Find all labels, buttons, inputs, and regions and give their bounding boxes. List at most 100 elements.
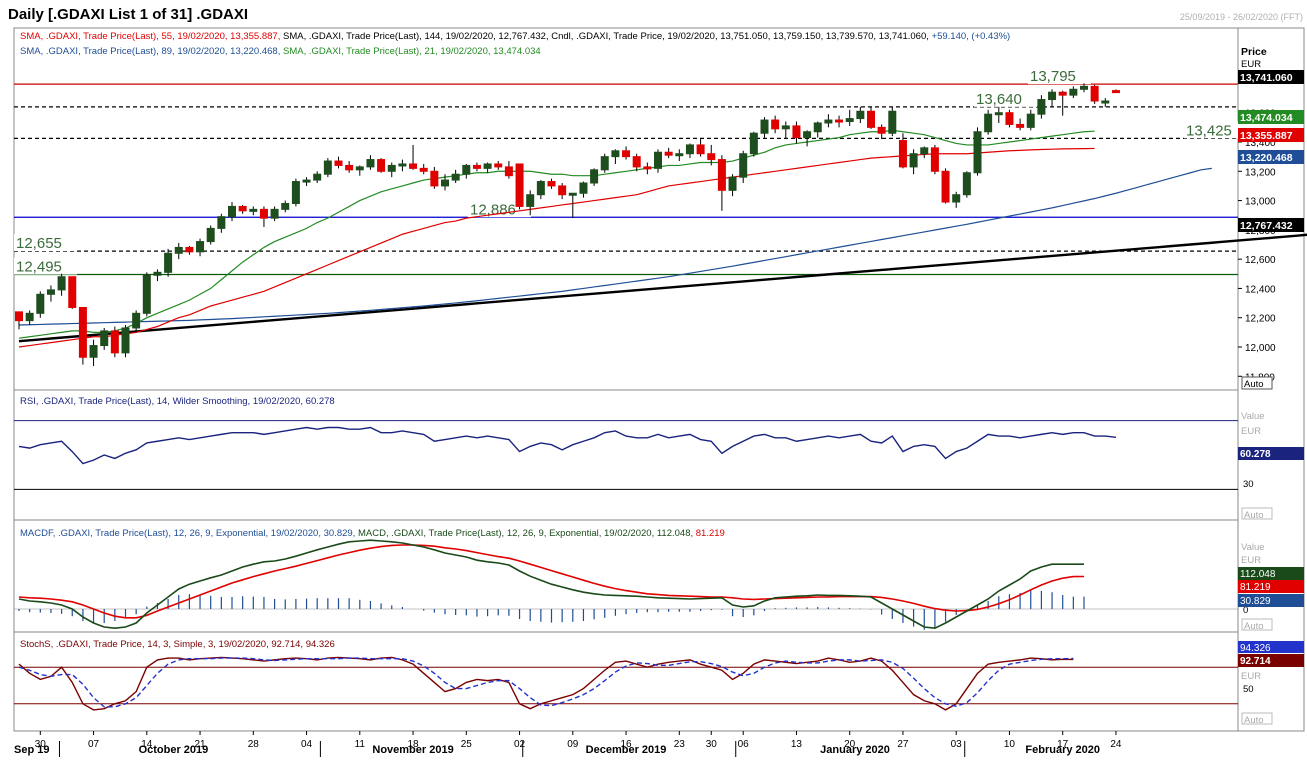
month-label: January 2020	[820, 744, 890, 756]
candle-body	[867, 110, 875, 128]
candle-body	[1101, 100, 1110, 104]
price-legend-line1: SMA, .GDAXI, Trade Price(Last), 55, 19/0…	[20, 31, 1010, 42]
candle-body	[1080, 85, 1088, 90]
candle-body	[1026, 113, 1035, 128]
rsi-auto-label: Auto	[1244, 510, 1264, 521]
rsi-tick-30: 30	[1243, 479, 1254, 490]
candle-body	[110, 330, 119, 354]
stoch-tag-d-value: 94.326	[1240, 643, 1271, 654]
candle-body	[270, 208, 279, 219]
legend-segment: 81.219	[693, 528, 725, 539]
candle-body	[1111, 90, 1120, 94]
candle-body	[196, 241, 205, 253]
x-tick-label: 02	[514, 739, 526, 750]
macd-axis-unit: EUR	[1241, 555, 1261, 566]
candle-body	[483, 163, 492, 169]
price-tick-label: 13,000	[1245, 197, 1276, 208]
x-tick-label: 09	[567, 739, 579, 750]
candle-body	[291, 181, 300, 205]
candle-body	[366, 159, 375, 168]
level-label: 13,795	[1030, 68, 1076, 85]
candle-body	[451, 173, 460, 181]
month-label: December 2019	[586, 744, 667, 756]
x-tick-label: 28	[248, 739, 260, 750]
candle-body	[803, 131, 812, 139]
candle-body	[302, 179, 311, 183]
macd-axis-title: Value	[1241, 542, 1265, 553]
candle-body	[164, 252, 173, 273]
candle-body	[345, 164, 354, 171]
x-tick-label: 25	[461, 739, 473, 750]
candle-body	[739, 153, 748, 178]
candle-body	[89, 345, 98, 358]
price-value-tag-label: 13,741.060	[1240, 72, 1293, 84]
candle-body	[994, 112, 1003, 116]
x-tick-label: 30	[706, 739, 718, 750]
candle-body	[685, 144, 694, 155]
legend-segment: MACDF, .GDAXI, Trade Price(Last), 12, 26…	[20, 528, 355, 539]
level-label: 12,886	[470, 201, 516, 218]
stoch-legend: StochS, .GDAXI, Trade Price, 14, 3, Simp…	[20, 639, 335, 650]
level-label: 13,425	[1186, 122, 1232, 139]
price-axis-unit: EUR	[1241, 59, 1261, 70]
x-tick-label: 24	[1110, 739, 1122, 750]
candle-body	[259, 208, 268, 219]
candle-body	[409, 163, 418, 169]
candle-body	[398, 163, 407, 167]
month-label: October 2019	[139, 744, 209, 756]
stoch-tick-50: 50	[1243, 684, 1254, 695]
candle-body	[835, 119, 844, 123]
legend-segment: SMA, .GDAXI, Trade Price(Last), 21, 19/0…	[280, 46, 540, 57]
candle-body	[1069, 88, 1078, 96]
candle-body	[100, 330, 109, 347]
candle-body	[654, 151, 662, 169]
price-value-tag-label: 12,767.432	[1240, 220, 1293, 232]
price-legend-line2: SMA, .GDAXI, Trade Price(Last), 89, 19/0…	[20, 46, 541, 57]
rsi-axis-title: Value	[1241, 411, 1265, 422]
stoch-auto-button[interactable]: Auto	[1241, 712, 1273, 726]
rsi-legend: RSI, .GDAXI, Trade Price(Last), 14, Wild…	[20, 396, 335, 407]
price-tick-label: 13,200	[1245, 167, 1276, 178]
candle-body	[494, 163, 503, 168]
price-auto-label: Auto	[1244, 379, 1264, 390]
candle-body	[962, 172, 971, 196]
macd-tag-signal: 81.219	[1238, 580, 1304, 593]
price-tick-label: 12,200	[1245, 314, 1276, 325]
candle-body	[536, 181, 545, 196]
price-auto-button[interactable]: Auto	[1241, 376, 1273, 390]
stoch-axis-unit: EUR	[1241, 671, 1261, 682]
month-label: Sep 19	[14, 744, 49, 756]
candle-body	[515, 163, 524, 207]
chart-canvas: Daily [.GDAXI List 1 of 31] .GDAXI 25/09…	[0, 0, 1307, 775]
candle-body	[717, 159, 726, 191]
candle-body	[877, 126, 886, 134]
candle-body	[25, 312, 34, 322]
candle-body	[57, 276, 66, 291]
candle-body	[441, 179, 449, 187]
legend-segment: SMA, .GDAXI, Trade Price(Last), 144, 19/…	[280, 31, 548, 42]
candle-body	[749, 132, 758, 155]
candle-body	[771, 119, 780, 130]
x-tick-label: 07	[88, 739, 100, 750]
x-tick-label: 06	[738, 739, 750, 750]
candle-body	[664, 151, 673, 156]
legend-segment: Cndl, .GDAXI, Trade Price, 19/02/2020, 1…	[549, 31, 929, 42]
candle-body	[611, 150, 620, 158]
rsi-axis-unit: EUR	[1241, 426, 1261, 437]
candle-body	[36, 293, 45, 314]
candle-body	[707, 153, 716, 161]
legend-segment: SMA, .GDAXI, Trade Price(Last), 89, 19/0…	[20, 46, 280, 57]
macd-tag-hist: 30.829	[1238, 594, 1304, 607]
candle-body	[1005, 112, 1014, 125]
macd-tag-hist-value: 30.829	[1240, 596, 1271, 607]
candle-body	[323, 160, 332, 175]
candle-body	[1058, 91, 1067, 96]
candle-body	[430, 170, 439, 187]
candle-body	[888, 110, 897, 134]
candle-body	[313, 173, 322, 181]
candle-body	[547, 181, 556, 187]
macd-auto-button[interactable]: Auto	[1241, 618, 1273, 632]
candle-body	[132, 312, 141, 329]
rsi-auto-button[interactable]: Auto	[1241, 507, 1273, 521]
candle-body	[920, 147, 929, 155]
